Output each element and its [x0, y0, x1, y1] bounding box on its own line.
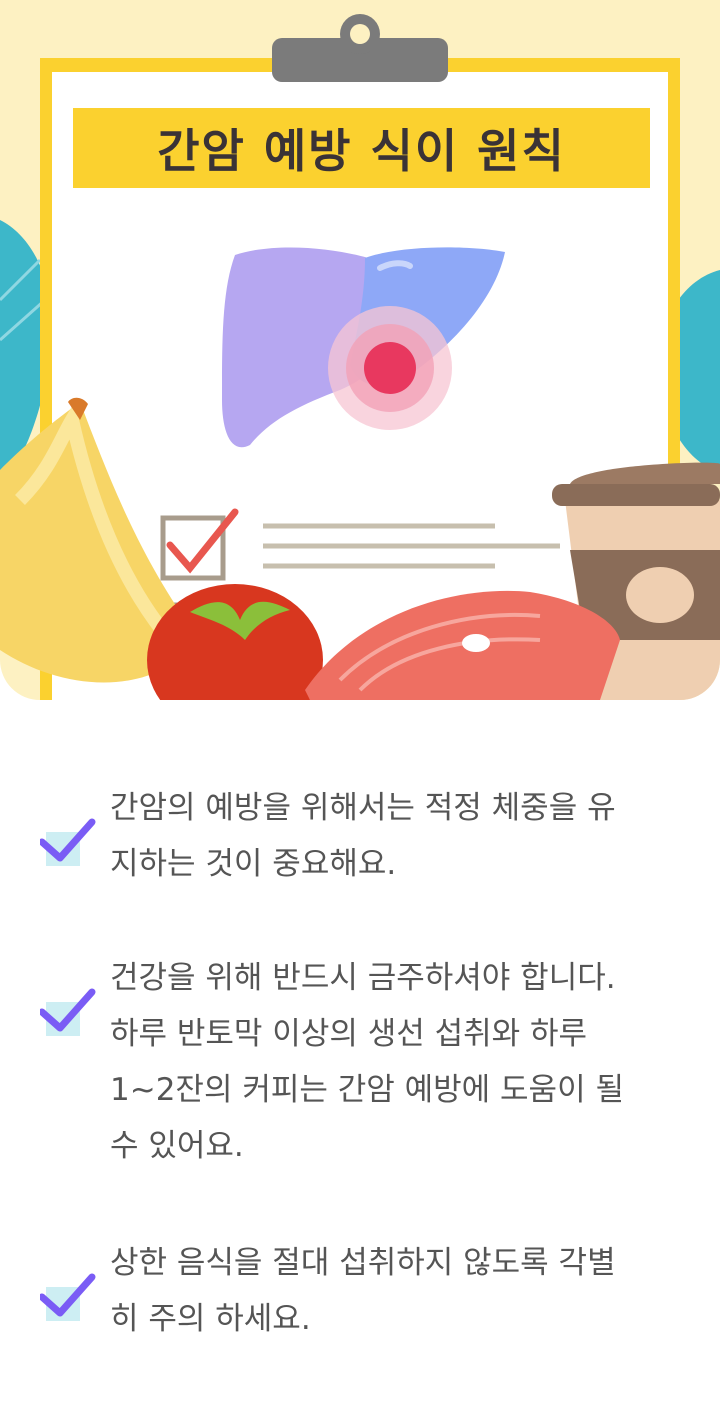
list-item-text: 상한 음식을 절대 섭취하지 않도록 각별 히 주의 하세요. [110, 1245, 616, 1337]
title-banner: 간암 예방 식이 원칙 [73, 108, 650, 188]
hero-illustration: 간암 예방 식이 원칙 [0, 0, 720, 700]
checkbox-checked-icon [40, 988, 96, 1036]
coffee-lid [552, 484, 720, 506]
tumor-icon [364, 342, 416, 394]
page-title: 간암 예방 식이 원칙 [157, 124, 566, 178]
checkbox-checked-icon [40, 1273, 96, 1321]
checkbox-checked-icon [40, 818, 96, 866]
clipboard-illustration [0, 14, 720, 700]
list-item-text: 건강을 위해 반드시 금주하셔야 합니다. 하루 반토막 이상의 생선 섭취와 … [110, 960, 624, 1164]
list-item-text: 간암의 예방을 위해서는 적정 체중을 유 지하는 것이 중요해요. [110, 790, 616, 882]
